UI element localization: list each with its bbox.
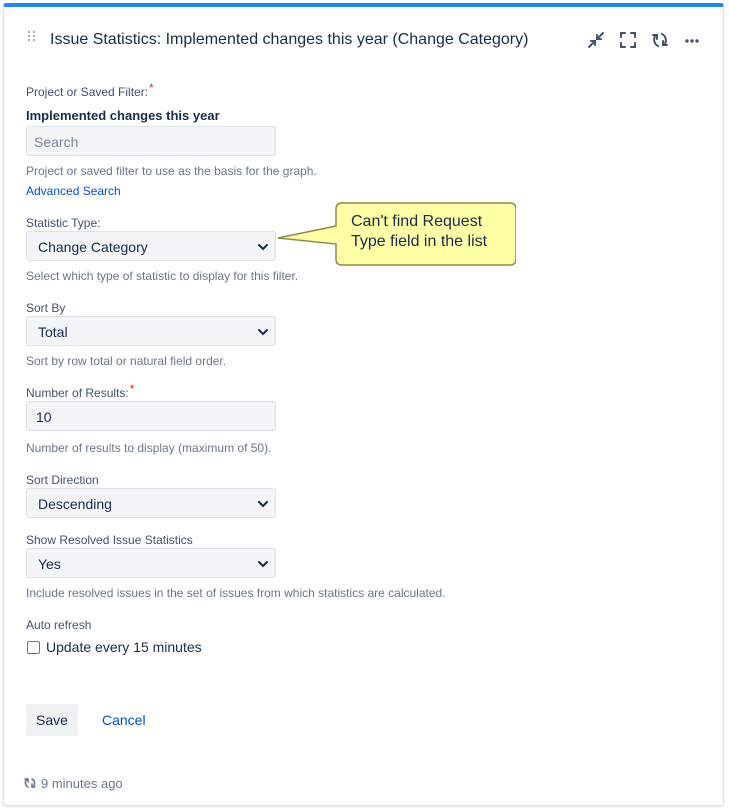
search-placeholder: Search xyxy=(34,134,79,150)
minimize-icon[interactable] xyxy=(585,29,607,51)
gadget-header: Issue Statistics: Implemented changes th… xyxy=(4,7,723,67)
sort-direction-value: Descending xyxy=(38,496,112,512)
sort-by-help: Sort by row total or natural field order… xyxy=(26,354,227,368)
chevron-down-icon xyxy=(258,244,268,251)
chevron-down-icon xyxy=(258,501,268,508)
statistic-type-help: Select which type of statistic to displa… xyxy=(26,269,299,283)
gadget-title: Issue Statistics: Implemented changes th… xyxy=(50,31,529,48)
show-resolved-value: Yes xyxy=(38,556,61,572)
refresh-icon[interactable] xyxy=(23,776,37,790)
sort-by-select[interactable]: Total xyxy=(26,316,276,346)
sort-by-label: Sort By xyxy=(26,301,66,315)
num-results-input[interactable]: 10 xyxy=(26,401,276,431)
sort-direction-label: Sort Direction xyxy=(26,473,99,487)
refresh-icon[interactable] xyxy=(649,29,671,51)
more-icon[interactable] xyxy=(681,29,703,51)
save-button[interactable]: Save xyxy=(26,704,78,736)
chevron-down-icon xyxy=(258,561,268,568)
statistic-type-value: Change Category xyxy=(38,239,148,255)
show-resolved-label: Show Resolved Issue Statistics xyxy=(26,533,193,547)
auto-refresh-checkbox-label[interactable]: Update every 15 minutes xyxy=(46,639,202,655)
statistic-type-select[interactable]: Change Category xyxy=(26,231,276,261)
statistic-type-label: Statistic Type: xyxy=(26,216,101,230)
annotation-callout: Can't find Request Type field in the lis… xyxy=(276,200,516,270)
fullscreen-icon[interactable] xyxy=(617,29,639,51)
advanced-search-link[interactable]: Advanced Search xyxy=(26,184,121,198)
filter-label: Project or Saved Filter:* xyxy=(26,81,154,99)
num-results-label: Number of Results:* xyxy=(26,382,135,400)
auto-refresh-label: Auto refresh xyxy=(26,618,92,632)
sort-direction-select[interactable]: Descending xyxy=(26,488,276,518)
last-updated-text: 9 minutes ago xyxy=(41,776,123,791)
auto-refresh-checkbox[interactable] xyxy=(27,641,40,654)
show-resolved-select[interactable]: Yes xyxy=(26,548,276,578)
filter-help: Project or saved filter to use as the ba… xyxy=(26,164,317,178)
sort-by-value: Total xyxy=(38,324,68,340)
drag-handle-icon[interactable] xyxy=(28,31,38,47)
filter-search-input[interactable]: Search xyxy=(26,126,276,156)
cancel-button[interactable]: Cancel xyxy=(98,704,150,736)
gadget-container: Issue Statistics: Implemented changes th… xyxy=(3,3,724,806)
selected-filter-name: Implemented changes this year xyxy=(26,108,220,123)
show-resolved-help: Include resolved issues in the set of is… xyxy=(26,586,446,600)
num-results-value: 10 xyxy=(36,409,52,425)
callout-text: Can't find Request Type field in the lis… xyxy=(351,213,488,250)
chevron-down-icon xyxy=(258,329,268,336)
num-results-help: Number of results to display (maximum of… xyxy=(26,441,272,455)
